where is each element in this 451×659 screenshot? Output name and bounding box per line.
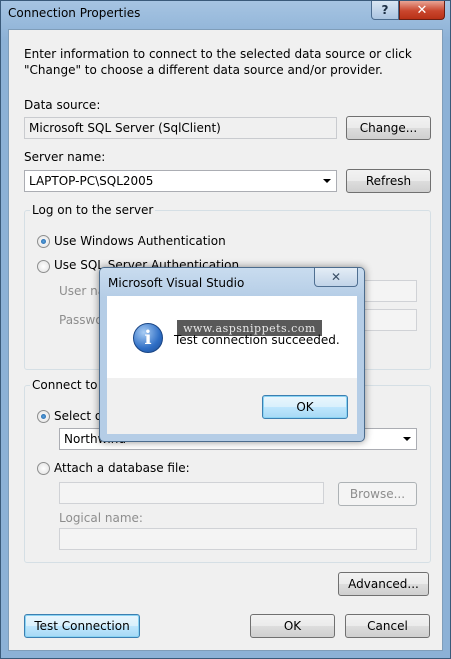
message-box-ok-button[interactable]: OK	[262, 395, 348, 419]
server-name-value: LAPTOP-PC\SQL2005	[29, 174, 154, 188]
window-title: Connection Properties	[8, 6, 141, 20]
logon-group-title: Log on to the server	[30, 203, 156, 217]
caption-buttons: ? ✕	[371, 1, 445, 20]
cancel-button[interactable]: Cancel	[345, 614, 430, 638]
close-button[interactable]: ✕	[399, 1, 445, 20]
chevron-down-icon[interactable]	[323, 179, 331, 183]
server-name-combobox[interactable]: LAPTOP-PC\SQL2005	[24, 170, 337, 192]
attach-file-field	[59, 482, 324, 504]
attach-database-radio[interactable]	[37, 462, 50, 475]
logical-name-field	[59, 528, 417, 550]
message-box-close-button[interactable]: ✕	[314, 268, 358, 287]
select-database-radio[interactable]	[37, 410, 50, 423]
attach-database-label[interactable]: Attach a database file:	[54, 461, 190, 475]
password-label: Passwo	[59, 313, 103, 327]
message-text: Test connection succeeded.	[174, 333, 340, 347]
advanced-button[interactable]: Advanced...	[338, 572, 429, 596]
ok-button[interactable]: OK	[250, 614, 335, 638]
info-icon: i	[133, 323, 163, 353]
title-bar: Connection Properties ? ✕	[1, 1, 450, 29]
message-box-footer: OK	[107, 378, 357, 434]
windows-auth-label[interactable]: Use Windows Authentication	[54, 234, 226, 248]
data-source-field: Microsoft SQL Server (SqlClient)	[24, 117, 337, 139]
intro-text: Enter information to connect to the sele…	[24, 47, 412, 77]
refresh-button[interactable]: Refresh	[346, 169, 431, 193]
help-button[interactable]: ?	[371, 1, 399, 20]
message-box-title: Microsoft Visual Studio	[108, 276, 245, 290]
chevron-down-icon[interactable]	[403, 437, 411, 441]
message-box-body: i www.aspsnippets.com Test connection su…	[107, 296, 357, 378]
windows-auth-radio[interactable]	[37, 235, 50, 248]
sql-auth-radio[interactable]	[37, 260, 50, 273]
test-connection-button[interactable]: Test Connection	[24, 614, 140, 638]
message-box: Microsoft Visual Studio ✕ i www.aspsnipp…	[99, 267, 365, 442]
data-source-label: Data source:	[24, 98, 101, 112]
browse-button: Browse...	[338, 482, 417, 506]
change-button[interactable]: Change...	[346, 116, 431, 140]
logical-name-label: Logical name:	[59, 511, 143, 525]
server-name-label: Server name:	[24, 150, 106, 164]
